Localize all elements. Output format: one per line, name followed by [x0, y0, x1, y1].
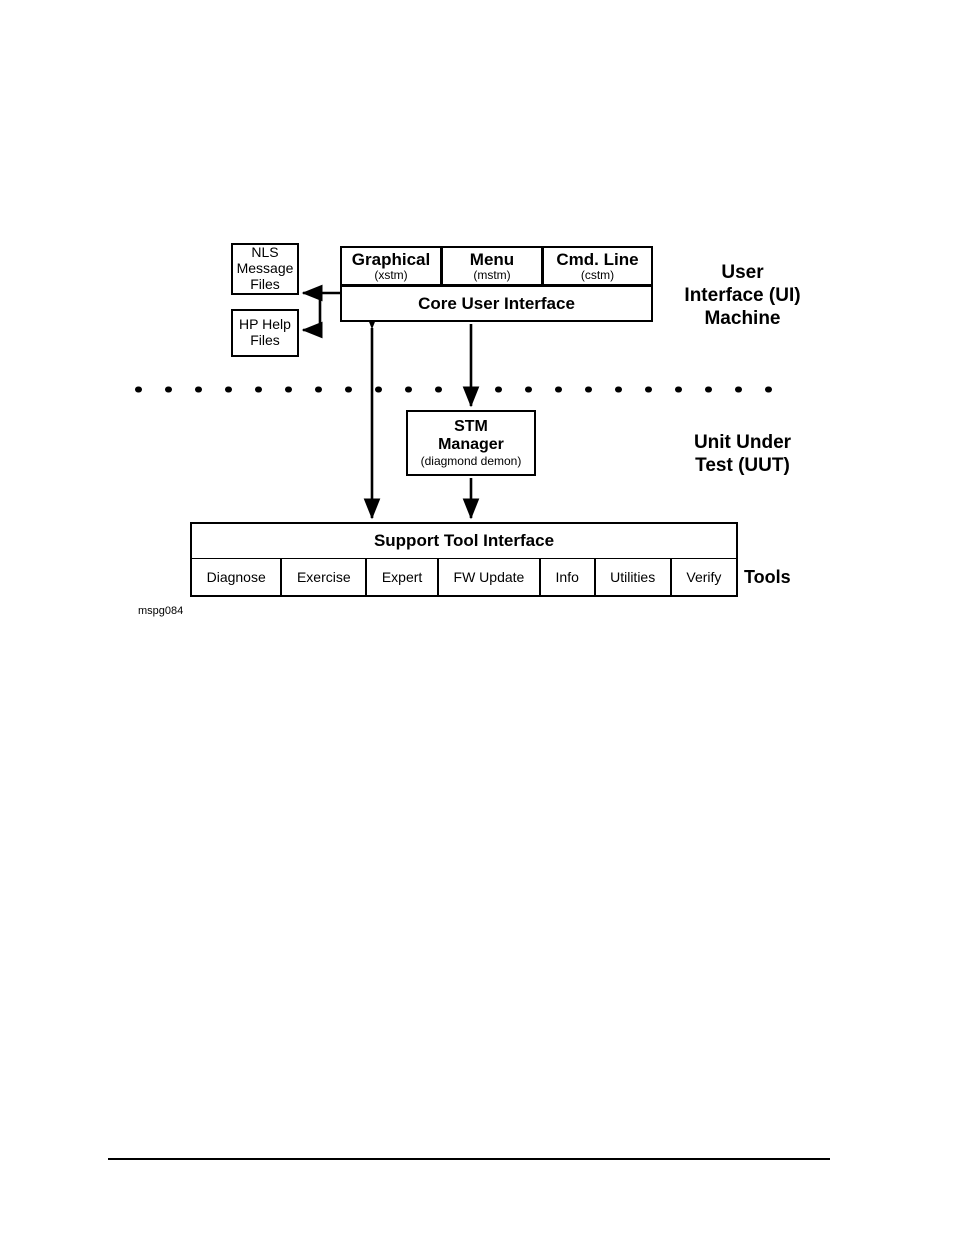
graphical-subtitle: (xstm) — [374, 267, 408, 282]
tool-cell-verify: Verify — [672, 559, 736, 595]
tool-label-verify: Verify — [686, 569, 722, 585]
cmdline-subtitle: (cstm) — [580, 267, 615, 282]
support-tool-interface-label: Support Tool Interface — [373, 531, 555, 551]
connector-layer — [301, 284, 480, 520]
nls-line-2: Message — [236, 260, 294, 277]
uut-boundary-dotted-line — [135, 386, 780, 393]
tool-label-fw-update: FW Update — [453, 569, 525, 585]
tool-cell-utilities: Utilities — [596, 559, 672, 595]
tool-cell-info: Info — [541, 559, 596, 595]
core-user-interface-box: Core User Interface — [340, 285, 653, 322]
stm-manager-box: STM Manager (diagmond demon) — [406, 410, 536, 476]
diagram-canvas: NLS Message Files HP Help Files Graphica… — [0, 0, 954, 1235]
unit-under-test-label: Unit Under Test (UUT) — [660, 432, 825, 478]
stm-title-line-1: STM — [454, 417, 488, 435]
uut-line-1: Unit Under — [693, 432, 792, 453]
tool-cell-exercise: Exercise — [282, 559, 368, 595]
graphical-interface-box: Graphical (xstm) — [340, 246, 442, 286]
tool-cell-diagnose: Diagnose — [192, 559, 283, 595]
tool-cell-expert: Expert — [367, 559, 439, 595]
command-line-interface-box: Cmd. Line (cstm) — [542, 246, 653, 286]
hp-help-line-1: HP Help — [239, 316, 291, 333]
arrow-core-to-hphelp — [301, 295, 323, 339]
hp-help-files-box: HP Help Files — [231, 309, 299, 357]
tool-label-diagnose: Diagnose — [206, 569, 266, 585]
tool-label-utilities: Utilities — [610, 569, 656, 585]
tool-label-info: Info — [555, 569, 579, 585]
ui-machine-line-2: Interface (UI) — [684, 284, 801, 306]
menu-title: Menu — [469, 249, 515, 269]
nls-message-files-box: NLS Message Files — [231, 243, 299, 295]
tools-side-label: Tools — [744, 567, 791, 587]
graphical-title: Graphical — [351, 249, 431, 269]
ui-machine-label: User Interface (UI) Machine — [660, 262, 825, 330]
core-user-interface-label: Core User Interface — [418, 293, 575, 313]
tools-row: Diagnose Exercise Expert FW Update Info … — [190, 559, 738, 597]
ui-machine-line-1: User — [721, 262, 764, 283]
ui-machine-line-3: Machine — [704, 307, 781, 329]
uut-line-2: Test (UUT) — [695, 454, 790, 476]
support-tool-interface-box: Support Tool Interface — [190, 522, 738, 560]
menu-interface-box: Menu (mstm) — [441, 246, 543, 286]
page-footer-rule — [108, 1158, 830, 1160]
stm-title-line-2: Manager — [438, 436, 504, 454]
cmdline-title: Cmd. Line — [556, 249, 639, 269]
tool-label-exercise: Exercise — [296, 569, 351, 585]
nls-line-1: NLS — [251, 244, 279, 261]
menu-subtitle: (mstm) — [473, 267, 511, 282]
tool-cell-fw-update: FW Update — [439, 559, 541, 595]
tool-label-expert: Expert — [381, 569, 423, 585]
stm-subtitle: (diagmond demon) — [420, 453, 522, 468]
nls-line-3: Files — [250, 275, 280, 292]
figure-caption: mspg084 — [138, 605, 184, 617]
hp-help-line-2: Files — [250, 332, 280, 348]
